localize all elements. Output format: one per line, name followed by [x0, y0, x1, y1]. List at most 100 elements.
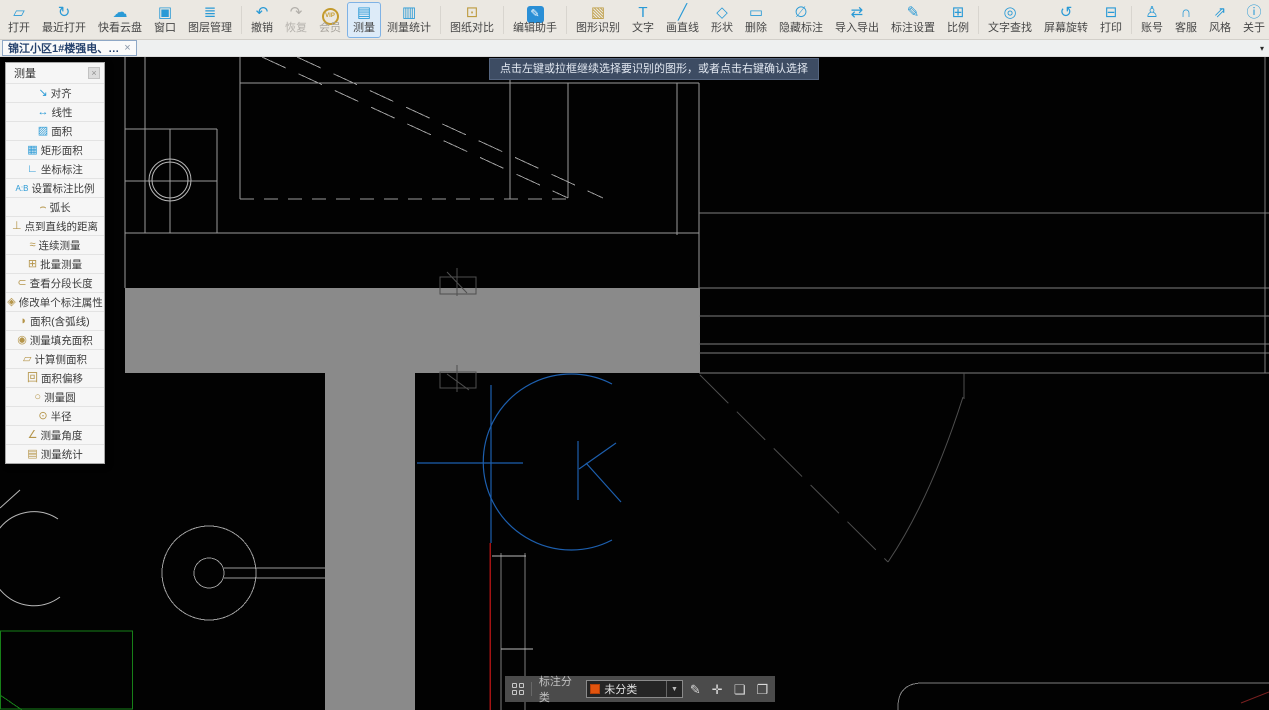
classification-value: 未分类 — [604, 681, 662, 697]
toolbar-recent-open-button[interactable]: ↻最近打开 — [36, 2, 92, 38]
panel-item-label: 连续测量 — [39, 238, 81, 253]
toolbar-measure-button[interactable]: ▤测量 — [347, 2, 381, 38]
panel-item-segment-length[interactable]: ⊂查看分段长度 — [6, 273, 104, 292]
toolbar-support-button[interactable]: ∩客服 — [1169, 2, 1203, 38]
toolbar-style-button[interactable]: ⇗风格 — [1203, 2, 1237, 38]
toolbar-shape-recognition-button[interactable]: ▧图形识别 — [570, 2, 626, 38]
toolbar-cloud-drive-button[interactable]: ☁快看云盘 — [92, 2, 148, 38]
panel-item-side-area[interactable]: ▱计算侧面积 — [6, 349, 104, 368]
align-icon: ↘ — [38, 88, 47, 99]
panel-item-set-annotation-scale[interactable]: A:B设置标注比例 — [6, 178, 104, 197]
panel-item-area[interactable]: ▨面积 — [6, 121, 104, 140]
panel-item-label: 面积偏移 — [41, 371, 83, 386]
panel-item-label: 面积(含弧线) — [30, 314, 90, 329]
panel-item-area-with-arc[interactable]: ◗面积(含弧线) — [6, 311, 104, 330]
toolbar-recent-open-label: 最近打开 — [42, 22, 86, 35]
panel-item-rect-area[interactable]: ▦矩形面积 — [6, 140, 104, 159]
panel-item-label: 弧长 — [50, 200, 71, 215]
panel-item-label: 查看分段长度 — [30, 276, 93, 291]
panel-item-label: 坐标标注 — [41, 162, 83, 177]
panel-item-coord-annotation[interactable]: ∟坐标标注 — [6, 159, 104, 178]
toolbar-text-button[interactable]: T文字 — [626, 2, 660, 38]
document-tab[interactable]: 锦江小区1#楼强电、… × — [2, 40, 137, 56]
toolbar-separator — [440, 6, 441, 34]
toolbar-window-button[interactable]: ▣窗口 — [148, 2, 182, 38]
toolbar-undo-button[interactable]: ↶撤销 — [245, 2, 279, 38]
toolbar-about-button[interactable]: ⓘ关于 — [1237, 2, 1269, 38]
measure-panel-title: 测量 — [14, 65, 36, 81]
toolbar-scale-button[interactable]: ⊞比例 — [941, 2, 975, 38]
layers-icon: ≣ — [204, 4, 217, 22]
wall-band — [125, 288, 700, 373]
toolbar-screen-rotate-button[interactable]: ↺屏幕旋转 — [1038, 2, 1094, 38]
panel-item-measure-angle[interactable]: ∠测量角度 — [6, 425, 104, 444]
shape-recognition-icon: ▧ — [591, 4, 605, 22]
measure-panel-header: 测量 × — [6, 63, 104, 83]
rect-area-icon: ▦ — [27, 145, 37, 156]
panel-item-fill-area[interactable]: ◉测量填充面积 — [6, 330, 104, 349]
toolbar-delete-button[interactable]: ▭删除 — [739, 2, 773, 38]
area-offset-icon: 回 — [27, 373, 38, 384]
printer-icon: ⊟ — [1105, 4, 1118, 22]
toolbar-text-search-label: 文字查找 — [988, 22, 1032, 35]
toolbar-layer-manager-button[interactable]: ≣图层管理 — [182, 2, 238, 38]
toolbar-vip-button[interactable]: VIP会员 — [313, 2, 347, 38]
panel-item-label: 测量统计 — [41, 447, 83, 462]
panel-close-icon[interactable]: × — [88, 67, 100, 79]
toolbar-import-export-button[interactable]: ⇄导入导出 — [829, 2, 885, 38]
tab-close-icon[interactable]: × — [124, 42, 130, 54]
panel-item-label: 修改单个标注属性 — [19, 295, 103, 310]
eraser-icon: ▭ — [749, 4, 763, 22]
panel-item-label: 对齐 — [51, 86, 72, 101]
panel-item-point-line-distance[interactable]: ⊥点到直线的距离 — [6, 216, 104, 235]
paste-icon[interactable]: ❐ — [756, 683, 768, 696]
toolbar-shape-recognition-label: 图形识别 — [576, 22, 620, 35]
user-icon: ♙ — [1145, 4, 1158, 22]
redo-arrow-icon: ↷ — [290, 4, 303, 22]
arc-length-icon: ⌢ — [39, 202, 46, 213]
panel-item-continuous-measure[interactable]: ≈连续测量 — [6, 235, 104, 254]
panel-item-batch-measure[interactable]: ⊞批量测量 — [6, 254, 104, 273]
panel-item-arc-length[interactable]: ⌢ 弧长 — [6, 197, 104, 216]
toolbar-hide-annotation-button[interactable]: ∅隐藏标注 — [773, 2, 829, 38]
toolbar-drawing-compare-button[interactable]: ⊡图纸对比 — [444, 2, 500, 38]
toolbar-redo-button[interactable]: ↷恢复 — [279, 2, 313, 38]
headset-icon: ∩ — [1181, 4, 1192, 22]
toolbar-measure-stats-button[interactable]: ▥测量统计 — [381, 2, 437, 38]
grid-icon[interactable] — [512, 683, 524, 695]
toolbar-open-button[interactable]: ▱打开 — [2, 2, 36, 38]
dropdown-caret-icon[interactable]: ▼ — [666, 681, 682, 697]
toolbar-edit-assistant-button[interactable]: ✎编辑助手 — [507, 2, 563, 38]
drawing-canvas[interactable]: 点击左键或拉框继续选择要识别的图形，或者点击右键确认选择 — [0, 57, 1269, 710]
toolbar-account-button[interactable]: ♙账号 — [1135, 2, 1169, 38]
toolbar-layer-manager-label: 图层管理 — [188, 22, 232, 35]
area-icon: ▨ — [38, 126, 48, 137]
panel-item-measure-circle[interactable]: ○测量圆 — [6, 387, 104, 406]
panel-item-radius[interactable]: ⊙半径 — [6, 406, 104, 425]
panel-item-label: 点到直线的距离 — [25, 219, 99, 234]
tabbar-caret-icon[interactable]: ▾ — [1260, 44, 1264, 53]
panel-item-measure-stats[interactable]: ▤测量统计 — [6, 444, 104, 463]
copy-icon[interactable]: ❏ — [734, 683, 746, 696]
toolbar-annotation-settings-button[interactable]: ✎标注设置 — [885, 2, 941, 38]
toolbar-scale-label: 比例 — [947, 22, 969, 35]
edit-icon[interactable]: ✎ — [690, 683, 701, 696]
eye-slash-icon: ∅ — [794, 4, 807, 22]
panel-item-align[interactable]: ↘ 对齐 — [6, 83, 104, 102]
toolbar-about-label: 关于 — [1243, 22, 1265, 35]
toolbar-print-button[interactable]: ⊟打印 — [1094, 2, 1128, 38]
panel-item-area-offset[interactable]: 回面积偏移 — [6, 368, 104, 387]
undo-arrow-icon: ↶ — [256, 4, 269, 22]
toolbar-cloud-drive-label: 快看云盘 — [98, 22, 142, 35]
main-toolbar: ▱打开↻最近打开☁快看云盘▣窗口≣图层管理↶撤销↷恢复VIP会员▤测量▥测量统计… — [0, 0, 1269, 40]
donut-symbol — [162, 526, 325, 620]
category-color-swatch — [590, 684, 600, 694]
panel-item-modify-annotation[interactable]: ◈修改单个标注属性 — [6, 292, 104, 311]
move-icon[interactable]: ✛ — [712, 683, 723, 696]
classification-dropdown[interactable]: 未分类 ▼ — [586, 680, 683, 698]
toolbar-text-search-button[interactable]: ◎文字查找 — [982, 2, 1038, 38]
panel-item-linear[interactable]: ↔线性 — [6, 102, 104, 121]
toolbar-shapes-button[interactable]: ◇形状 — [705, 2, 739, 38]
area-with-arc-icon: ◗ — [20, 316, 27, 327]
toolbar-draw-line-button[interactable]: ╱画直线 — [660, 2, 705, 38]
